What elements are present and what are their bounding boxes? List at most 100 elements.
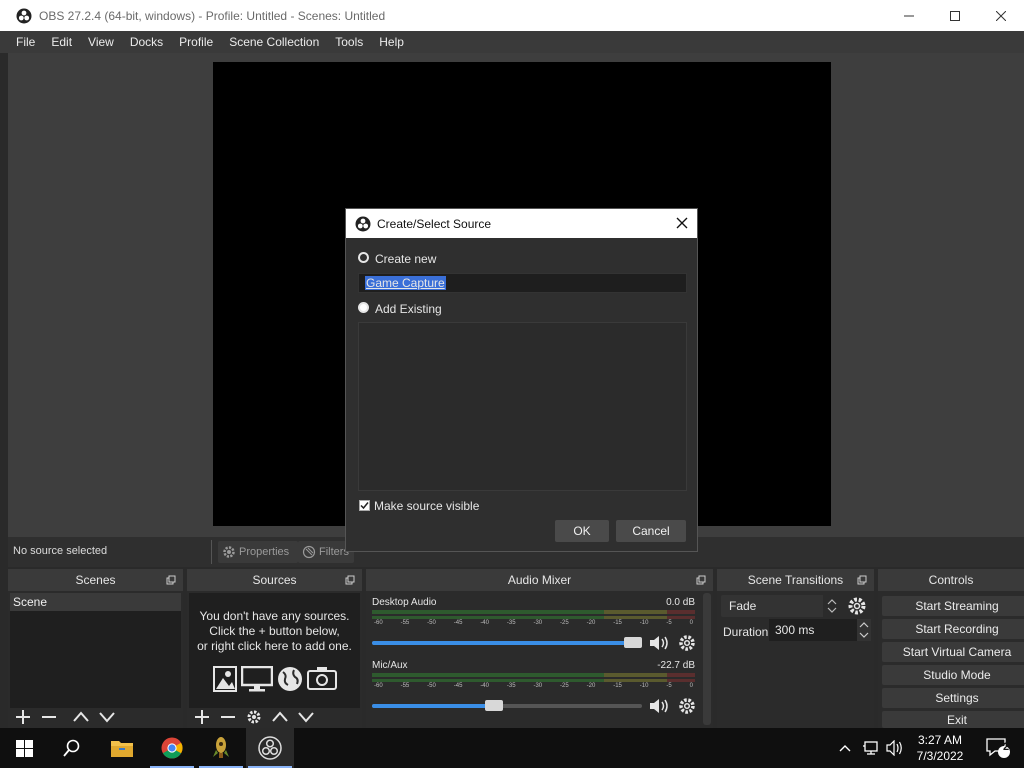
speaker-icon[interactable] bbox=[648, 697, 670, 715]
move-up-icon[interactable] bbox=[70, 707, 92, 727]
duration-spinner[interactable] bbox=[857, 619, 871, 641]
menu-file[interactable]: File bbox=[0, 31, 43, 53]
mixer-title: Audio Mixer bbox=[507, 573, 572, 587]
start-recording-button[interactable]: Start Recording bbox=[882, 619, 1024, 639]
menu-view[interactable]: View bbox=[80, 31, 122, 53]
existing-sources-list[interactable] bbox=[358, 322, 687, 491]
controls-title: Controls bbox=[928, 573, 974, 587]
transitions-title: Scene Transitions bbox=[747, 573, 844, 587]
add-existing-radio[interactable] bbox=[358, 302, 369, 313]
mixer-scrollbar[interactable] bbox=[703, 593, 711, 725]
make-visible-checkbox[interactable] bbox=[359, 500, 370, 511]
create-new-radio[interactable] bbox=[358, 252, 369, 263]
source-name-input[interactable]: Game Capture bbox=[358, 273, 687, 293]
move-down-icon[interactable] bbox=[295, 707, 317, 727]
network-button[interactable] bbox=[858, 728, 884, 768]
menu-help[interactable]: Help bbox=[371, 31, 412, 53]
taskbar-app[interactable] bbox=[197, 728, 245, 768]
settings-button[interactable]: Settings bbox=[882, 688, 1024, 708]
menu-edit[interactable]: Edit bbox=[43, 31, 80, 53]
empty-sources-line3: or right click here to add one. bbox=[197, 639, 352, 653]
cancel-button[interactable]: Cancel bbox=[616, 520, 686, 542]
notifications-button[interactable]: 2 bbox=[978, 728, 1018, 768]
volume-meter bbox=[372, 610, 696, 614]
gear-icon[interactable] bbox=[678, 697, 696, 715]
no-source-label: No source selected bbox=[13, 545, 108, 557]
menu-docks[interactable]: Docks bbox=[122, 31, 171, 53]
gear-icon[interactable] bbox=[678, 634, 696, 652]
studio-mode-button[interactable]: Studio Mode bbox=[882, 665, 1024, 685]
remove-icon[interactable] bbox=[217, 707, 239, 727]
taskbar-chrome[interactable] bbox=[148, 728, 196, 768]
taskbar-file-explorer[interactable] bbox=[98, 728, 146, 768]
obs-logo-icon bbox=[355, 216, 371, 231]
channel-name: Desktop Audio bbox=[372, 597, 437, 608]
close-button[interactable] bbox=[978, 0, 1024, 31]
transitions-dock-header: Scene Transitions bbox=[717, 569, 874, 591]
add-icon[interactable] bbox=[12, 707, 34, 727]
slider-handle[interactable] bbox=[624, 637, 642, 648]
gear-icon[interactable] bbox=[847, 596, 867, 616]
menu-profile[interactable]: Profile bbox=[171, 31, 221, 53]
slider-handle[interactable] bbox=[485, 700, 503, 711]
move-up-icon[interactable] bbox=[269, 707, 291, 727]
undock-icon[interactable] bbox=[166, 575, 176, 585]
sources-list[interactable]: You don't have any sources. Click the + … bbox=[189, 593, 360, 708]
sources-title: Sources bbox=[252, 573, 297, 587]
scenes-dock-header: Scenes bbox=[8, 569, 183, 591]
exit-button[interactable]: Exit bbox=[882, 711, 1024, 728]
duration-field[interactable]: 300 ms bbox=[769, 619, 857, 641]
make-visible-label: Make source visible bbox=[374, 499, 480, 513]
start-streaming-button[interactable]: Start Streaming bbox=[882, 596, 1024, 616]
sources-body: You don't have any sources. Click the + … bbox=[187, 591, 362, 728]
transitions-body: Fade Duration 300 ms bbox=[717, 591, 874, 728]
slider-fill bbox=[372, 704, 489, 708]
channel-db: -22.7 dB bbox=[657, 660, 695, 671]
network-icon bbox=[863, 741, 878, 755]
speaker-icon[interactable] bbox=[648, 634, 670, 652]
ok-button[interactable]: OK bbox=[555, 520, 609, 542]
meter-ticks: -60 -55 -50 -45 -40 -35 -30 -25 -20 -15 -10 -5 0 bbox=[374, 620, 693, 626]
menu-bar: File Edit View Docks Profile Scene Colle… bbox=[0, 31, 1024, 53]
taskbar-obs[interactable] bbox=[246, 728, 294, 768]
menu-tools[interactable]: Tools bbox=[327, 31, 371, 53]
taskbar-clock[interactable]: 3:27 AM 7/3/2022 bbox=[906, 732, 974, 764]
notification-count: 2 bbox=[1003, 741, 1010, 753]
maximize-button[interactable] bbox=[932, 0, 978, 31]
volume-button[interactable] bbox=[883, 728, 907, 768]
empty-sources-line1: You don't have any sources. bbox=[199, 609, 350, 623]
move-down-icon[interactable] bbox=[96, 707, 118, 727]
create-select-source-dialog: Create/Select Source Create new Game Cap… bbox=[345, 208, 698, 552]
scene-item[interactable]: Scene bbox=[10, 593, 181, 611]
undock-icon[interactable] bbox=[857, 575, 867, 585]
minimize-button[interactable] bbox=[886, 0, 932, 31]
select-spin[interactable] bbox=[823, 595, 841, 617]
volume-meter bbox=[372, 616, 696, 619]
checkmark-icon bbox=[360, 502, 369, 510]
rocket-app-icon bbox=[213, 737, 229, 758]
remove-icon[interactable] bbox=[38, 707, 60, 727]
undock-icon[interactable] bbox=[696, 575, 706, 585]
properties-button[interactable]: Properties bbox=[218, 541, 298, 563]
sources-dock: Sources You don't have any sources. Clic… bbox=[187, 569, 362, 728]
speaker-icon bbox=[886, 740, 902, 756]
windows-logo-icon bbox=[15, 739, 33, 757]
search-button[interactable] bbox=[48, 728, 96, 768]
undock-icon[interactable] bbox=[345, 575, 355, 585]
obs-logo-icon bbox=[16, 8, 32, 23]
close-icon[interactable] bbox=[673, 214, 691, 232]
volume-slider[interactable] bbox=[372, 637, 642, 648]
menu-scene-collection[interactable]: Scene Collection bbox=[221, 31, 327, 53]
obs-logo-icon bbox=[258, 736, 282, 760]
show-hidden-icons[interactable] bbox=[833, 728, 857, 768]
gear-icon[interactable] bbox=[243, 707, 265, 727]
scene-transitions-dock: Scene Transitions Fade Duration 300 ms bbox=[717, 569, 874, 728]
add-icon[interactable] bbox=[191, 707, 213, 727]
transition-select[interactable]: Fade bbox=[721, 595, 841, 617]
start-virtual-camera-button[interactable]: Start Virtual Camera bbox=[882, 642, 1024, 662]
start-button[interactable] bbox=[0, 728, 48, 768]
transition-value: Fade bbox=[729, 599, 757, 613]
scene-list[interactable]: Scene bbox=[10, 593, 181, 708]
scenes-dock: Scenes Scene bbox=[8, 569, 183, 728]
volume-slider[interactable] bbox=[372, 700, 642, 711]
